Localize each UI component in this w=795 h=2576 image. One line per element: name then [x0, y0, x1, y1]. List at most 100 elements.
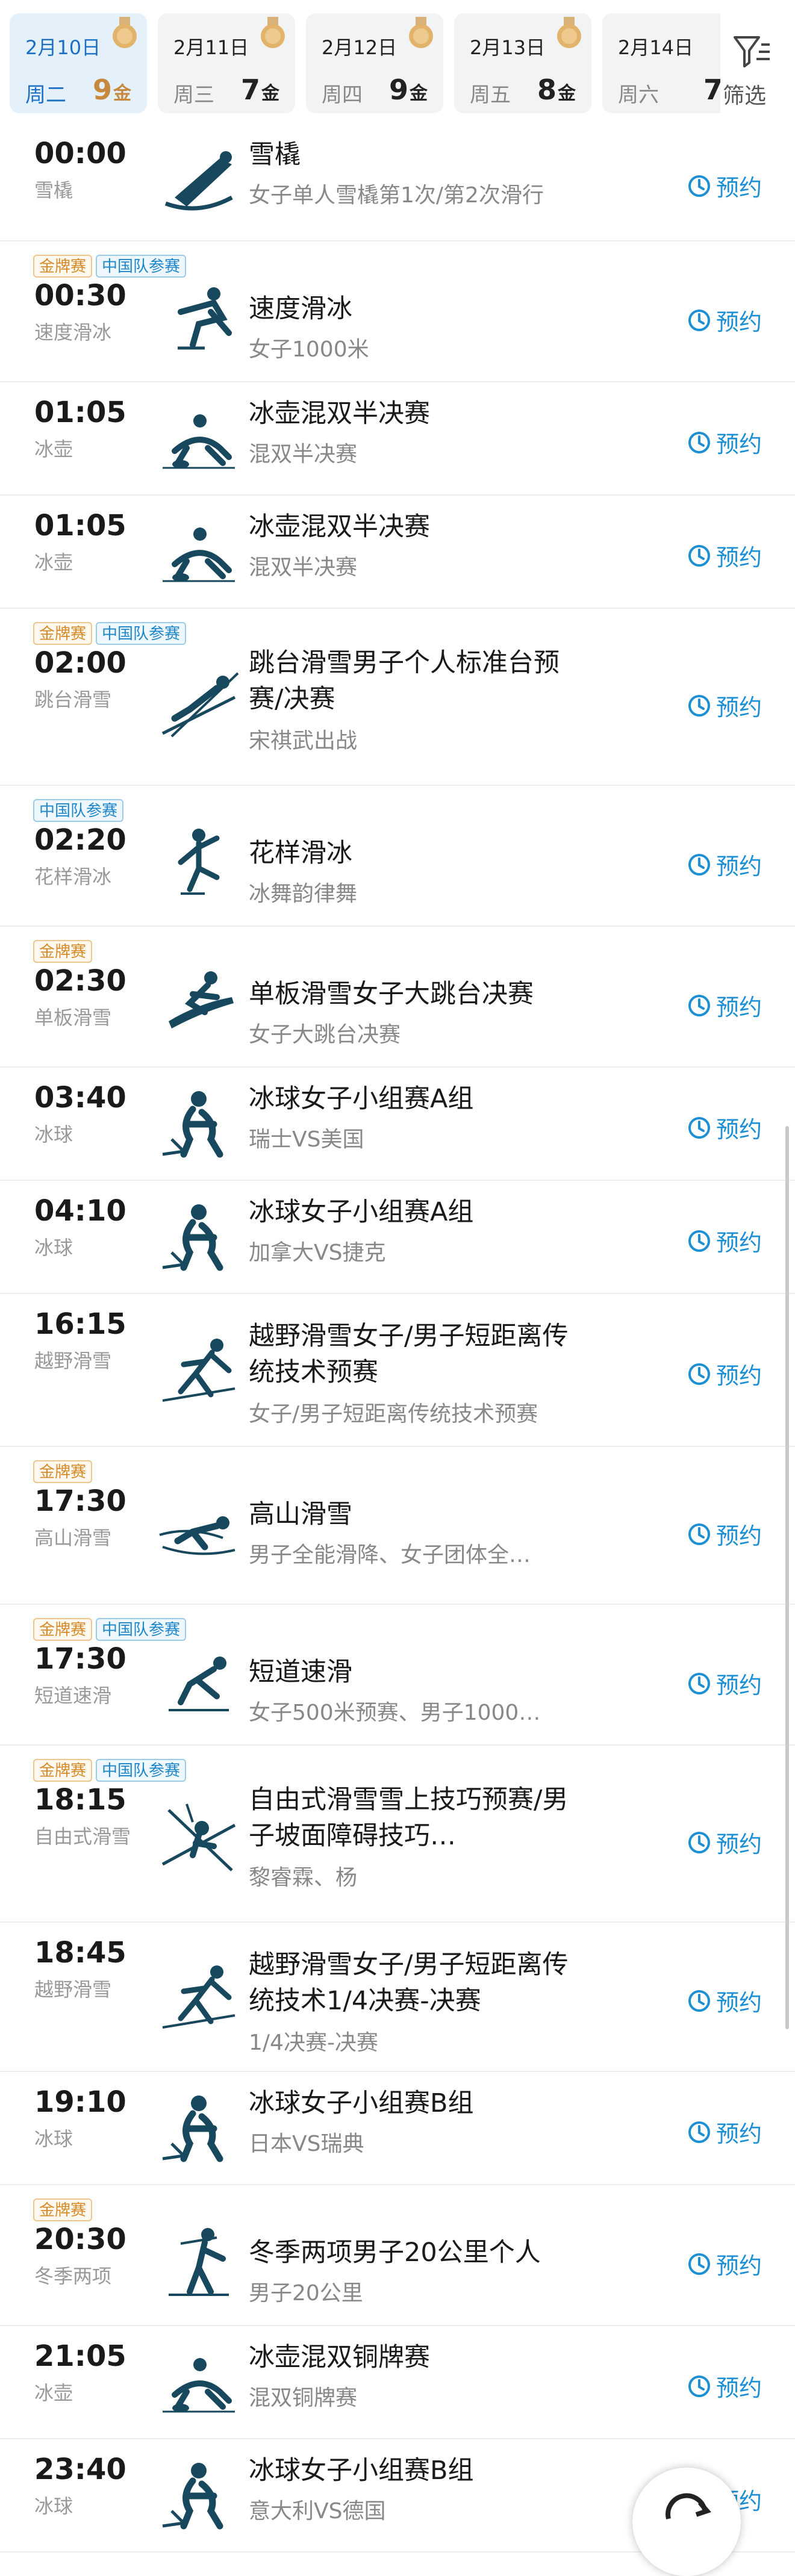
event-subtitle: 男子全能滑降、女子团体全…	[249, 1543, 531, 1567]
clock-icon	[688, 2375, 710, 2397]
event-row[interactable]: 04:10 冰球 冰球女子小组赛A组 加拿大VS捷克 预约	[0, 1181, 795, 1294]
event-title: 短道速滑	[249, 1657, 352, 1687]
event-sport: 冬季两项	[34, 2265, 112, 2288]
event-row[interactable]: 18:45 越野滑雪 越野滑雪女子/男子短距离传统技术1/4决赛-决赛 1/4决…	[0, 1923, 795, 2072]
tag-group: 金牌赛 中国队参赛	[33, 255, 190, 279]
filter-button[interactable]: 筛选	[720, 13, 795, 113]
book-button[interactable]: 预约	[687, 989, 762, 1022]
event-title: 高山滑雪	[249, 1499, 352, 1529]
event-subtitle: 男子20公里	[249, 2281, 363, 2306]
event-row[interactable]: 03:40 冰球 冰球女子小组赛A组 瑞士VS美国 预约	[0, 1068, 795, 1181]
event-row[interactable]: 中国队参赛 02:20 花样滑冰 花样滑冰 冰舞韵律舞 预约	[0, 786, 795, 927]
event-subtitle: 女子1000米	[249, 337, 369, 362]
clock-icon	[688, 2253, 710, 2275]
book-button[interactable]: 预约	[687, 2369, 762, 2403]
clock-icon	[688, 1990, 710, 2012]
tag-group: 金牌赛	[33, 2198, 96, 2223]
gold-count: 9金	[92, 73, 131, 106]
book-button[interactable]: 预约	[687, 169, 762, 202]
clock-icon	[688, 1363, 710, 1385]
date-tab-bar: 2月10日 周二 9金 2月11日 周三 7金 2月12日 周四 9金 2月13…	[0, 0, 795, 123]
event-row[interactable]: 金牌赛 02:30 单板滑雪 单板滑雪女子大跳台决赛 女子大跳台决赛 预约	[0, 927, 795, 1068]
tag-group: 金牌赛 中国队参赛	[33, 622, 190, 646]
event-row[interactable]: 金牌赛 中国队参赛 17:30 短道速滑 短道速滑 女子500米预赛、男子1000…	[0, 1605, 795, 1746]
event-time: 02:00	[34, 646, 126, 680]
event-sport: 高山滑雪	[34, 1526, 112, 1549]
china-team-tag: 中国队参赛	[96, 1618, 187, 1641]
event-subtitle: 瑞士VS美国	[249, 1127, 364, 1152]
refresh-icon	[666, 2493, 711, 2519]
event-subtitle: 日本VS瑞典	[249, 2132, 364, 2156]
book-button[interactable]: 预约	[687, 1517, 762, 1551]
event-title: 越野滑雪女子/男子短距离传统技术1/4决赛-决赛	[249, 1950, 569, 2016]
date-tab-feb10[interactable]: 2月10日 周二 9金	[10, 13, 147, 113]
event-title: 冰球女子小组赛A组	[249, 1197, 474, 1227]
event-title: 冰壶混双半决赛	[249, 399, 430, 429]
weekday-label: 周六	[618, 83, 659, 107]
date-tab-feb14[interactable]: 2月14日 周六 7	[602, 13, 740, 113]
book-button[interactable]: 预约	[687, 1667, 762, 1700]
book-button[interactable]: 预约	[687, 426, 762, 459]
event-row[interactable]: 00:00 雪橇 雪橇 女子单人雪橇第1次/第2次滑行 预约	[0, 123, 795, 241]
weekday-label: 周五	[470, 83, 511, 107]
book-button[interactable]: 预约	[687, 303, 762, 337]
gold-medal-icon	[113, 17, 137, 48]
book-button[interactable]: 预约	[687, 1111, 762, 1144]
book-label: 预约	[716, 853, 762, 880]
book-button[interactable]: 预约	[687, 1224, 762, 1257]
gold-medal-tag: 金牌赛	[33, 1759, 93, 1782]
ice-hockey-icon	[162, 1204, 223, 1271]
event-row[interactable]: 金牌赛 中国队参赛 02:00 跳台滑雪 跳台滑雪男子个人标准台预赛/决赛 宋祺武…	[0, 609, 795, 786]
event-row[interactable]: 19:10 冰球 冰球女子小组赛B组 日本VS瑞典 预约	[0, 2072, 795, 2185]
event-row[interactable]: 01:05 冰壶 冰壶混双半决赛 混双半决赛 预约	[0, 496, 795, 609]
event-subtitle: 冰舞韵律舞	[249, 882, 358, 906]
event-time: 18:15	[34, 1783, 126, 1817]
event-row[interactable]: 21:05 冰壶 冰壶混双铜牌赛 混双铜牌赛 预约	[0, 2326, 795, 2439]
book-label: 预约	[716, 431, 762, 458]
event-subtitle: 1/4决赛-决赛	[249, 2030, 378, 2055]
book-label: 预约	[716, 1116, 762, 1143]
book-button[interactable]: 预约	[687, 689, 762, 722]
book-label: 预约	[716, 1363, 762, 1389]
book-button[interactable]: 预约	[687, 2247, 762, 2280]
book-button[interactable]: 预约	[687, 539, 762, 572]
event-row[interactable]: 金牌赛 20:30 冬季两项 冬季两项男子20公里个人 男子20公里 预约	[0, 2185, 795, 2326]
date-tab-feb12[interactable]: 2月12日 周四 9金	[306, 13, 443, 113]
event-row[interactable]: 16:15 越野滑雪 越野滑雪女子/男子短距离传统技术预赛 女子/男子短距离传统…	[0, 1294, 795, 1447]
book-button[interactable]: 预约	[687, 848, 762, 881]
china-team-tag: 中国队参赛	[33, 799, 124, 822]
event-row[interactable]: 金牌赛 17:30 高山滑雪 高山滑雪 男子全能滑降、女子团体全… 预约	[0, 1447, 795, 1605]
event-time: 01:05	[34, 509, 126, 543]
event-sport: 冰壶	[34, 2382, 73, 2404]
book-label: 预约	[716, 2375, 762, 2401]
filter-label: 筛选	[723, 84, 767, 108]
event-sport: 雪橇	[34, 179, 73, 202]
event-row[interactable]: 01:05 冰壶 冰壶混双半决赛 混双半决赛 预约	[0, 382, 795, 496]
event-time: 17:30	[34, 1642, 126, 1676]
book-label: 预约	[716, 1831, 762, 1858]
event-title: 雪橇	[249, 140, 301, 170]
scrollbar[interactable]	[785, 1126, 789, 2029]
book-button[interactable]: 预约	[687, 1984, 762, 2017]
tag-group: 金牌赛 中国队参赛	[33, 1759, 190, 1783]
event-row[interactable]: 金牌赛 中国队参赛 18:15 自由式滑雪 自由式滑雪雪上技巧预赛/男子坡面障碍技…	[0, 1746, 795, 1923]
date-label: 2月10日	[25, 36, 101, 59]
gold-medal-icon	[557, 17, 581, 48]
book-label: 预约	[716, 1523, 762, 1549]
book-button[interactable]: 预约	[687, 1826, 762, 1859]
clock-icon	[688, 1523, 710, 1545]
event-time: 21:05	[34, 2339, 126, 2373]
event-row[interactable]: 金牌赛 中国队参赛 00:30 速度滑冰 速度滑冰 女子1000米 预约	[0, 241, 795, 382]
date-tab-feb11[interactable]: 2月11日 周三 7金	[158, 13, 295, 113]
book-label: 预约	[716, 1230, 762, 1256]
freestyle-icon	[161, 1803, 236, 1871]
event-time: 20:30	[34, 2223, 126, 2256]
date-tab-feb13[interactable]: 2月13日 周五 8金	[454, 13, 591, 113]
clock-icon	[688, 175, 710, 197]
curling-icon	[163, 527, 235, 582]
clock-icon	[688, 853, 710, 876]
book-button[interactable]: 预约	[687, 2115, 762, 2148]
book-label: 预约	[716, 994, 762, 1021]
book-button[interactable]: 预约	[687, 1357, 762, 1390]
refresh-button[interactable]	[632, 2468, 741, 2576]
